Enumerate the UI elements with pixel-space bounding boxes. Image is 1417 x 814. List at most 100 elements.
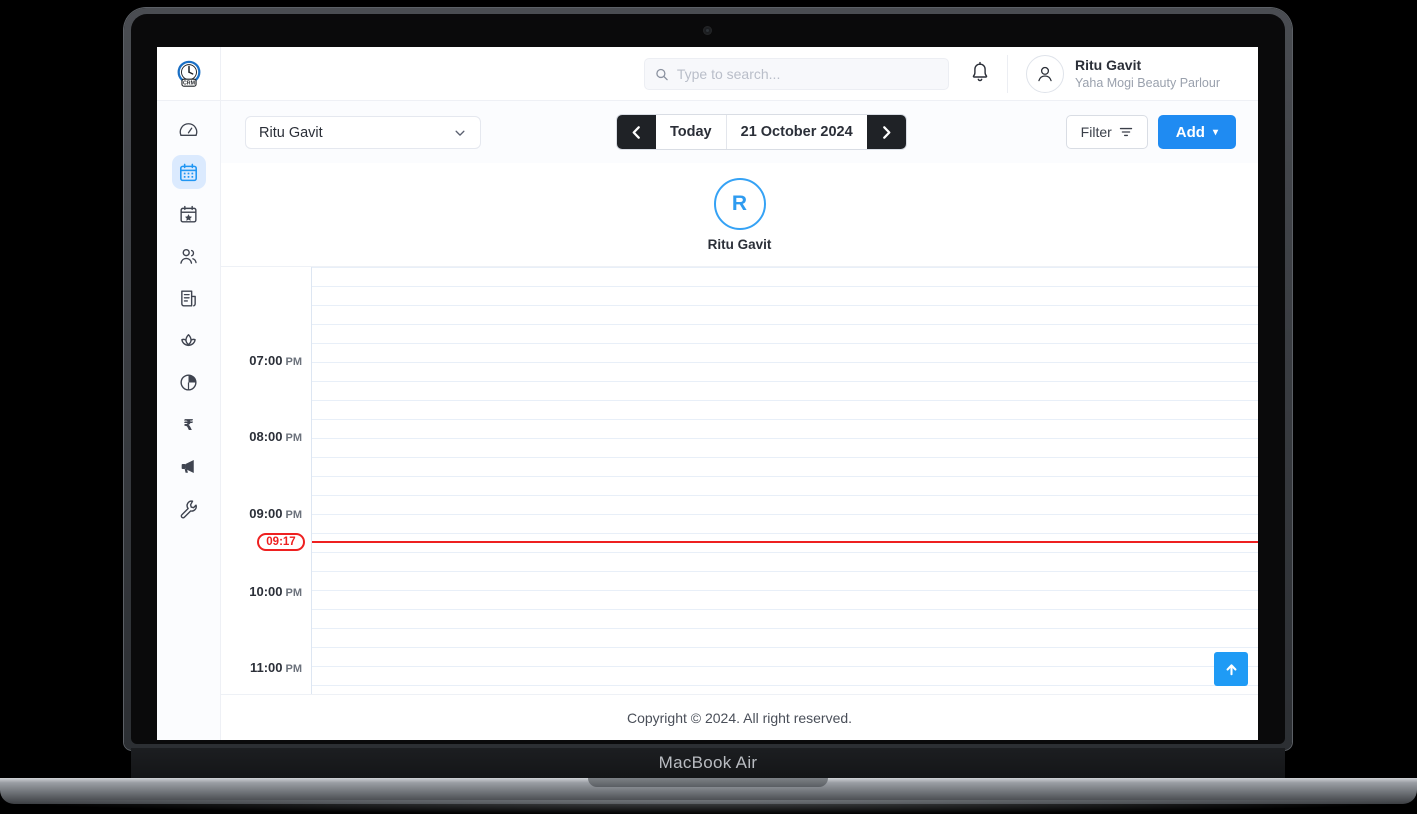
chevron-down-icon	[455, 130, 465, 136]
user-name: Ritu Gavit	[1075, 57, 1142, 74]
time-meridiem: PM	[285, 356, 303, 368]
grid-line	[312, 514, 1258, 515]
clock-crm-logo-icon: CRM	[177, 60, 200, 87]
time-value: 11:00	[249, 660, 283, 675]
calendar-icon	[180, 163, 197, 181]
calendar-grid[interactable]: 07:00 PM 08:00 PM 09:00 PM 10:00 PM 11:00 PM 09:17	[221, 267, 1258, 694]
add-caret-icon: ▾	[1212, 126, 1218, 138]
svg-text:₹: ₹	[183, 416, 193, 434]
sidebar-item-invoices[interactable]	[172, 281, 206, 315]
grid-line	[312, 552, 1258, 553]
prev-day-button[interactable]	[617, 115, 656, 149]
sidebar-item-payments[interactable]: ₹	[172, 407, 206, 441]
time-label: 07:00 PM	[249, 353, 302, 368]
grid-line	[312, 305, 1258, 306]
sidebar-item-customers[interactable]	[172, 239, 206, 273]
date-navigator: Today 21 October 2024	[617, 115, 906, 149]
time-value: 09:00	[249, 506, 283, 521]
staff-column-name: Ritu Gavit	[707, 236, 772, 252]
calendar-star-icon	[180, 205, 197, 223]
grid-line	[312, 628, 1258, 629]
notifications-button[interactable]	[969, 61, 993, 87]
sidebar: ₹	[157, 101, 221, 740]
laptop-screen: CRM Type to search... Ritu Gavit Yaha Mo…	[157, 47, 1258, 740]
lotus-spa-icon	[181, 333, 196, 346]
pie-chart-icon	[180, 373, 197, 391]
avatar	[1026, 55, 1064, 93]
grid-line	[312, 381, 1258, 382]
topbar-divider	[1007, 55, 1008, 93]
grid-line	[312, 457, 1258, 458]
rupee-icon: ₹	[183, 416, 193, 434]
crm-app: CRM Type to search... Ritu Gavit Yaha Mo…	[157, 47, 1258, 740]
webcam-icon	[703, 26, 712, 35]
user-menu[interactable]: Ritu Gavit Yaha Mogi Beauty Parlour	[1026, 55, 1220, 93]
toolbar-actions: Filter Add ▾	[1065, 115, 1236, 149]
grid-line	[312, 533, 1258, 534]
grid-line	[312, 647, 1258, 648]
screenshot-stage: CRM Type to search... Ritu Gavit Yaha Mo…	[0, 0, 1417, 814]
sidebar-item-settings[interactable]	[172, 491, 206, 525]
grid-line	[312, 609, 1258, 610]
sidebar-item-reports[interactable]	[172, 365, 206, 399]
grid-line	[312, 590, 1258, 591]
time-meridiem: PM	[285, 587, 303, 599]
sidebar-item-appointments[interactable]	[172, 197, 206, 231]
sidebar-item-dashboard[interactable]	[172, 113, 206, 147]
grid-line	[312, 476, 1258, 477]
current-date-label[interactable]: 21 October 2024	[726, 115, 867, 149]
staff-select-value: Ritu Gavit	[259, 124, 323, 141]
current-time-line	[312, 541, 1258, 543]
device-label: MacBook Air	[658, 753, 758, 772]
arrow-up-icon	[1226, 663, 1236, 675]
chevron-left-icon	[632, 125, 640, 139]
grid-line	[312, 286, 1258, 287]
time-axis: 07:00 PM 08:00 PM 09:00 PM 10:00 PM 11:00 PM 09:17	[221, 267, 311, 694]
laptop-shadow	[0, 800, 1417, 814]
add-label: Add	[1175, 123, 1205, 141]
search-input[interactable]	[676, 66, 938, 82]
speedometer-icon	[179, 122, 198, 136]
next-day-button[interactable]	[866, 115, 906, 149]
wrench-icon	[180, 499, 197, 518]
grid-line	[312, 419, 1258, 420]
bell-icon	[972, 61, 988, 82]
search-box[interactable]	[644, 58, 949, 90]
calendar-column-header: R Ritu Gavit	[221, 163, 1258, 267]
time-meridiem: PM	[285, 432, 303, 444]
staff-select[interactable]: Ritu Gavit	[245, 116, 481, 149]
chevron-right-icon	[882, 125, 891, 139]
grid-line	[312, 343, 1258, 344]
grid-line	[312, 438, 1258, 439]
grid-line	[312, 267, 1258, 268]
user-avatar-icon	[1038, 66, 1052, 82]
calendar-toolbar: Ritu Gavit Today 21 October 2024 Filter …	[221, 101, 1258, 163]
filter-button[interactable]: Filter	[1065, 115, 1148, 149]
grid-line	[312, 362, 1258, 363]
time-meridiem: PM	[285, 663, 303, 675]
search-icon	[656, 68, 668, 80]
grid-line	[312, 571, 1258, 572]
top-bar: Ritu Gavit Yaha Mogi Beauty Parlour	[221, 47, 1258, 101]
funnel-icon	[1119, 127, 1132, 137]
grid-line	[312, 400, 1258, 401]
add-button[interactable]: Add ▾	[1157, 115, 1236, 149]
time-value: 10:00	[249, 584, 283, 599]
megaphone-icon	[181, 459, 194, 473]
filter-label: Filter	[1080, 124, 1112, 140]
scroll-to-top-button[interactable]	[1214, 652, 1248, 686]
calendar-slots[interactable]	[311, 267, 1258, 694]
sidebar-item-services[interactable]	[172, 323, 206, 357]
svg-text:CRM: CRM	[183, 80, 196, 86]
sidebar-item-calendar[interactable]	[171, 155, 206, 189]
sidebar-item-marketing[interactable]	[172, 449, 206, 483]
time-label: 10:00 PM	[249, 584, 302, 599]
staff-avatar: R	[713, 177, 766, 230]
time-meridiem: PM	[285, 509, 303, 521]
user-organization: Yaha Mogi Beauty Parlour	[1075, 75, 1220, 90]
people-icon	[180, 248, 197, 264]
current-time-badge: 09:17	[257, 533, 305, 551]
today-button[interactable]: Today	[656, 115, 727, 149]
app-logo[interactable]: CRM	[157, 47, 221, 101]
grid-line	[312, 495, 1258, 496]
